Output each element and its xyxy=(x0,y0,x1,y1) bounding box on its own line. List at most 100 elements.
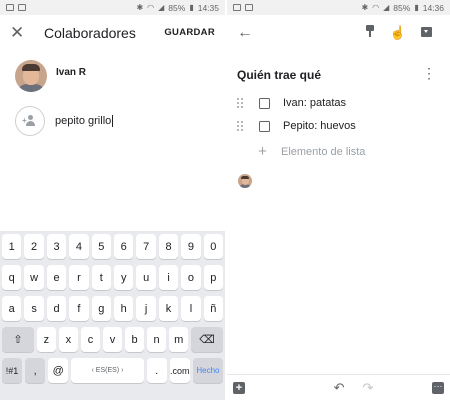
drag-handle-icon[interactable] xyxy=(237,97,245,109)
done-key[interactable]: Hecho xyxy=(192,358,223,383)
key-num-2[interactable]: 2 xyxy=(24,234,44,259)
add-collaborator-row: + pepito grillo xyxy=(15,106,175,136)
collaborators-screen: ✱ ◠ ◢ 85% ▮ 14:35 ✕ Colaboradores GUARDA… xyxy=(0,0,225,400)
signal-icon: ◢ xyxy=(158,3,165,12)
plus-icon: + xyxy=(258,143,267,160)
more-icon[interactable]: ··· xyxy=(432,381,444,394)
key-o[interactable]: o xyxy=(181,265,201,290)
add-item-placeholder: Elemento de lista xyxy=(281,145,366,158)
key-t[interactable]: t xyxy=(91,265,112,290)
collaborator-row: Ivan R xyxy=(15,60,86,92)
key-j[interactable]: j xyxy=(136,296,156,321)
at-key[interactable]: @ xyxy=(48,358,69,383)
symbols-key[interactable]: !#1 xyxy=(2,358,23,383)
space-key[interactable]: ‹ ES(ES) › xyxy=(71,358,144,383)
status-bar: ✱ ◠ ◢ 85% ▮ 14:36 xyxy=(227,0,450,15)
archive-icon[interactable] xyxy=(412,25,440,40)
reminder-icon[interactable]: ☝ xyxy=(384,25,412,41)
comma-key[interactable]: , xyxy=(25,358,46,383)
key-l[interactable]: l xyxy=(181,296,201,321)
list-item: Ivan: patatas xyxy=(237,95,346,111)
key-w[interactable]: w xyxy=(24,265,44,290)
key-a[interactable]: a xyxy=(2,296,22,321)
key-b[interactable]: b xyxy=(125,327,145,352)
key-num-4[interactable]: 4 xyxy=(69,234,89,259)
key-f[interactable]: f xyxy=(69,296,89,321)
bluetooth-icon: ✱ xyxy=(136,3,144,12)
key-d[interactable]: d xyxy=(46,296,67,321)
item-text[interactable]: Pepito: huevos xyxy=(283,120,356,132)
notification-icon xyxy=(6,4,14,11)
item-text[interactable]: Ivan: patatas xyxy=(283,97,346,109)
pin-icon[interactable] xyxy=(356,25,384,40)
wifi-icon: ◠ xyxy=(372,3,380,12)
key-i[interactable]: i xyxy=(158,265,179,290)
dot-key[interactable]: . xyxy=(146,358,167,383)
key-c[interactable]: c xyxy=(80,327,100,352)
key-num-9[interactable]: 9 xyxy=(181,234,201,259)
add-person-icon: + xyxy=(15,106,45,136)
key-num-8[interactable]: 8 xyxy=(158,234,179,259)
key-p[interactable]: p xyxy=(203,265,224,290)
item-checkbox[interactable] xyxy=(259,120,270,132)
back-arrow-icon[interactable]: ← xyxy=(237,24,356,42)
collaborator-email-input[interactable]: pepito grillo xyxy=(55,115,175,128)
close-icon[interactable]: ✕ xyxy=(10,23,34,43)
key-n[interactable]: n xyxy=(147,327,167,352)
key-u[interactable]: u xyxy=(136,265,156,290)
key-m[interactable]: m xyxy=(169,327,189,352)
battery-icon: ▮ xyxy=(189,3,194,12)
clock: 14:35 xyxy=(197,2,219,13)
dotcom-key[interactable]: .com xyxy=(169,358,190,383)
collaborator-avatar[interactable] xyxy=(238,174,252,188)
signal-icon: ◢ xyxy=(383,3,390,12)
shift-icon[interactable]: ⇧ xyxy=(2,327,34,352)
battery-percent: 85% xyxy=(393,2,411,13)
redo-icon[interactable]: ↷ xyxy=(363,380,374,396)
key-num-1[interactable]: 1 xyxy=(2,234,22,259)
key-y[interactable]: y xyxy=(114,265,134,290)
key-num-7[interactable]: 7 xyxy=(136,234,156,259)
keyboard-number-row: 1234567890 xyxy=(2,234,224,259)
bottom-bar: + ↶ ↷ ··· xyxy=(227,374,450,400)
key-q[interactable]: q xyxy=(2,265,22,290)
key-r[interactable]: r xyxy=(69,265,89,290)
key-ñ[interactable]: ñ xyxy=(203,296,224,321)
list-item: Pepito: huevos xyxy=(237,118,356,134)
key-s[interactable]: s xyxy=(24,296,44,321)
key-k[interactable]: k xyxy=(158,296,179,321)
key-num-6[interactable]: 6 xyxy=(114,234,134,259)
key-x[interactable]: x xyxy=(58,327,78,352)
keyboard-row-2: asdfghjklñ xyxy=(2,296,224,321)
drag-handle-icon[interactable] xyxy=(237,120,245,132)
avatar xyxy=(15,60,47,92)
backspace-icon[interactable]: ⌫ xyxy=(191,327,224,352)
save-button[interactable]: GUARDAR xyxy=(164,27,215,38)
note-title[interactable]: Quién trae qué xyxy=(237,68,321,82)
bluetooth-icon: ✱ xyxy=(361,3,369,12)
key-num-0[interactable]: 0 xyxy=(203,234,224,259)
wifi-icon: ◠ xyxy=(147,3,155,12)
add-list-item[interactable]: + Elemento de lista xyxy=(257,143,365,160)
note-screen: ✱ ◠ ◢ 85% ▮ 14:36 ← ☝ Quién trae qué ⋮ I… xyxy=(227,0,450,400)
key-h[interactable]: h xyxy=(114,296,134,321)
key-num-5[interactable]: 5 xyxy=(91,234,112,259)
item-checkbox[interactable] xyxy=(259,97,270,109)
battery-icon: ▮ xyxy=(414,3,419,12)
onscreen-keyboard: 1234567890 qwertyuiop asdfghjklñ ⇧ zxcvb… xyxy=(0,231,225,400)
key-e[interactable]: e xyxy=(46,265,67,290)
keyboard-bottom-row: !#1 , @ ‹ ES(ES) › . .com Hecho xyxy=(2,358,223,383)
more-vert-icon[interactable]: ⋮ xyxy=(422,66,436,80)
status-bar: ✱ ◠ ◢ 85% ▮ 14:35 xyxy=(0,0,225,15)
add-box-icon[interactable]: + xyxy=(233,381,245,394)
notification-icon xyxy=(233,4,241,11)
key-v[interactable]: v xyxy=(103,327,123,352)
collaborator-name: Ivan R xyxy=(56,67,87,78)
key-g[interactable]: g xyxy=(91,296,112,321)
page-title: Colaboradores xyxy=(44,24,136,41)
undo-icon[interactable]: ↶ xyxy=(334,380,345,396)
keyboard-row-3: ⇧ zxcvbnm ⌫ xyxy=(2,327,224,352)
key-num-3[interactable]: 3 xyxy=(46,234,67,259)
key-z[interactable]: z xyxy=(36,327,56,352)
battery-percent: 85% xyxy=(168,2,186,13)
